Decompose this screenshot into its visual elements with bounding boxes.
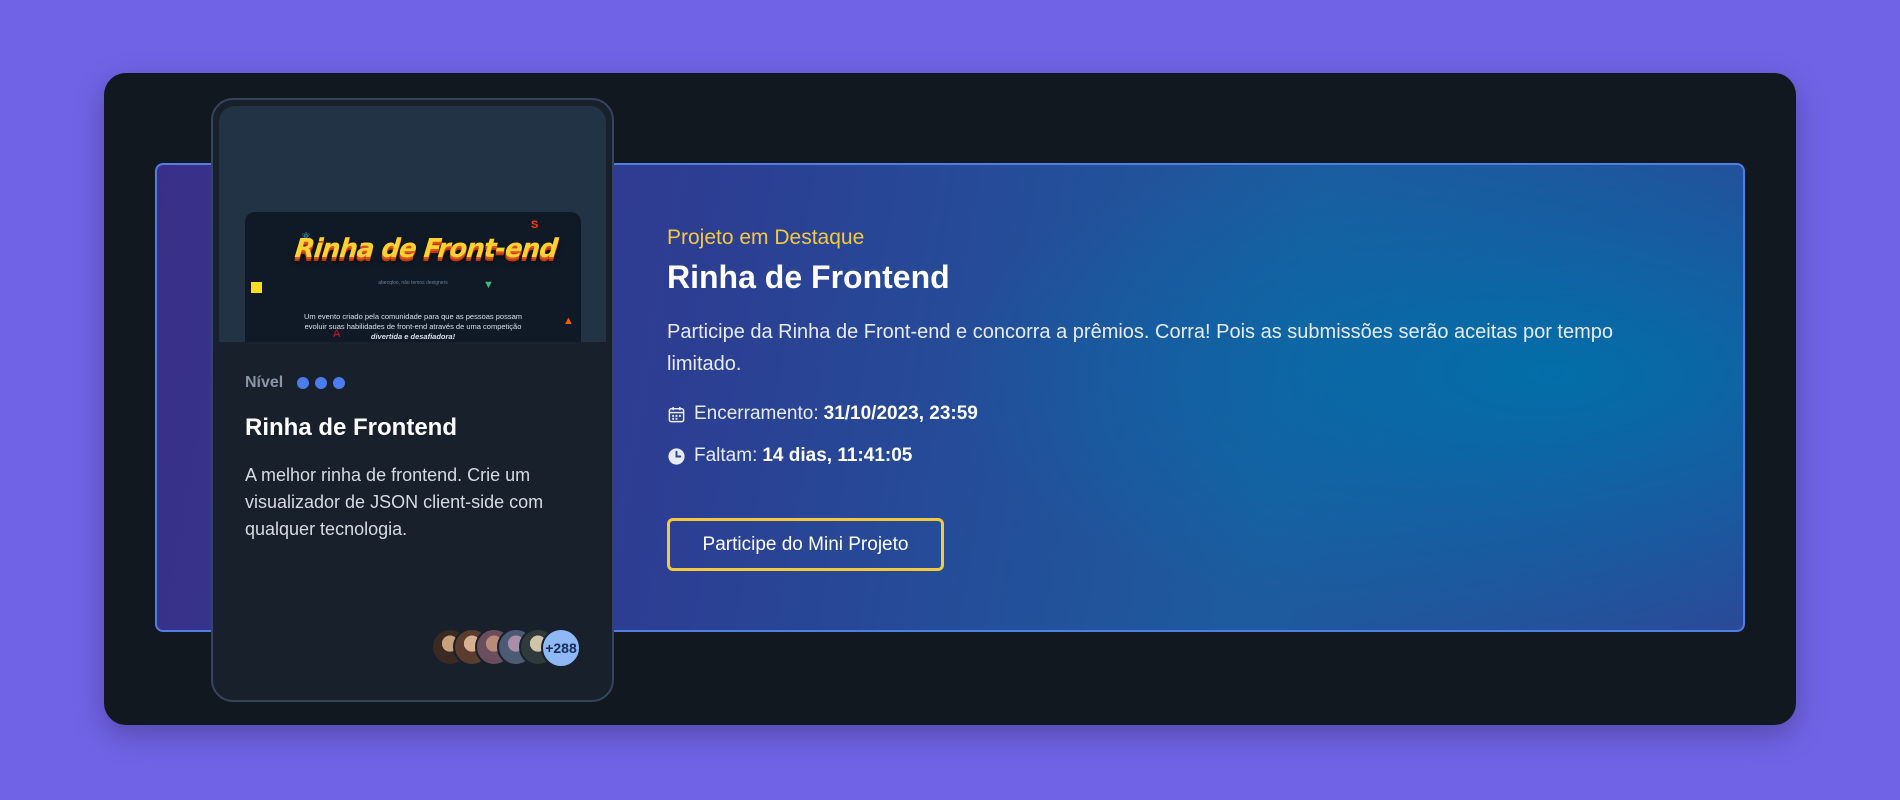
- level-dots: [297, 377, 346, 389]
- svelte-logo-icon: S: [531, 219, 539, 231]
- astro-logo-icon: ▲: [563, 315, 574, 327]
- level-dot: [297, 377, 310, 389]
- level-dot: [315, 377, 328, 389]
- participants-more-badge[interactable]: +288: [541, 628, 581, 668]
- thumbnail-description: Um evento criado pela comunidade para qu…: [303, 312, 523, 341]
- card-title: Rinha de Frontend: [245, 414, 457, 441]
- level-label: Nível: [245, 374, 284, 391]
- remaining-label: Faltam:: [694, 445, 758, 466]
- featured-description: Participe da Rinha de Front-end e concor…: [667, 321, 1614, 375]
- calendar-icon: [668, 406, 685, 422]
- thumbnail-title: Rinha de Front-end: [293, 234, 559, 264]
- deadline-value: 31/10/2023, 23:59: [823, 403, 978, 424]
- project-thumbnail: ⚛ S ▼ A ▲ Rinha de Front-end abecqloo, n…: [245, 212, 581, 342]
- featured-eyebrow: Projeto em Destaque: [667, 226, 865, 249]
- deadline-row: Encerramento: 31/10/2023, 23:59: [667, 403, 978, 425]
- level-dot: [333, 377, 346, 389]
- featured-title: Rinha de Frontend: [667, 259, 950, 295]
- deadline-label: Encerramento:: [694, 403, 819, 424]
- project-card[interactable]: ⚛ S ▼ A ▲ Rinha de Front-end abecqloo, n…: [211, 98, 614, 702]
- card-thumbnail-area: ⚛ S ▼ A ▲ Rinha de Front-end abecqloo, n…: [219, 106, 606, 342]
- remaining-row: Faltam: 14 dias, 11:41:05: [667, 445, 912, 467]
- clock-icon: [668, 447, 685, 465]
- join-mini-project-button[interactable]: Participe do Mini Projeto: [667, 518, 944, 571]
- remaining-value: 14 dias, 11:41:05: [762, 445, 913, 466]
- card-description: A melhor rinha de frontend. Crie um visu…: [245, 465, 544, 539]
- participants-avatars[interactable]: +288: [431, 628, 581, 668]
- thumbnail-subtitle: abecqloo, não temos designers: [378, 280, 448, 286]
- level-indicator: Nível: [245, 374, 346, 392]
